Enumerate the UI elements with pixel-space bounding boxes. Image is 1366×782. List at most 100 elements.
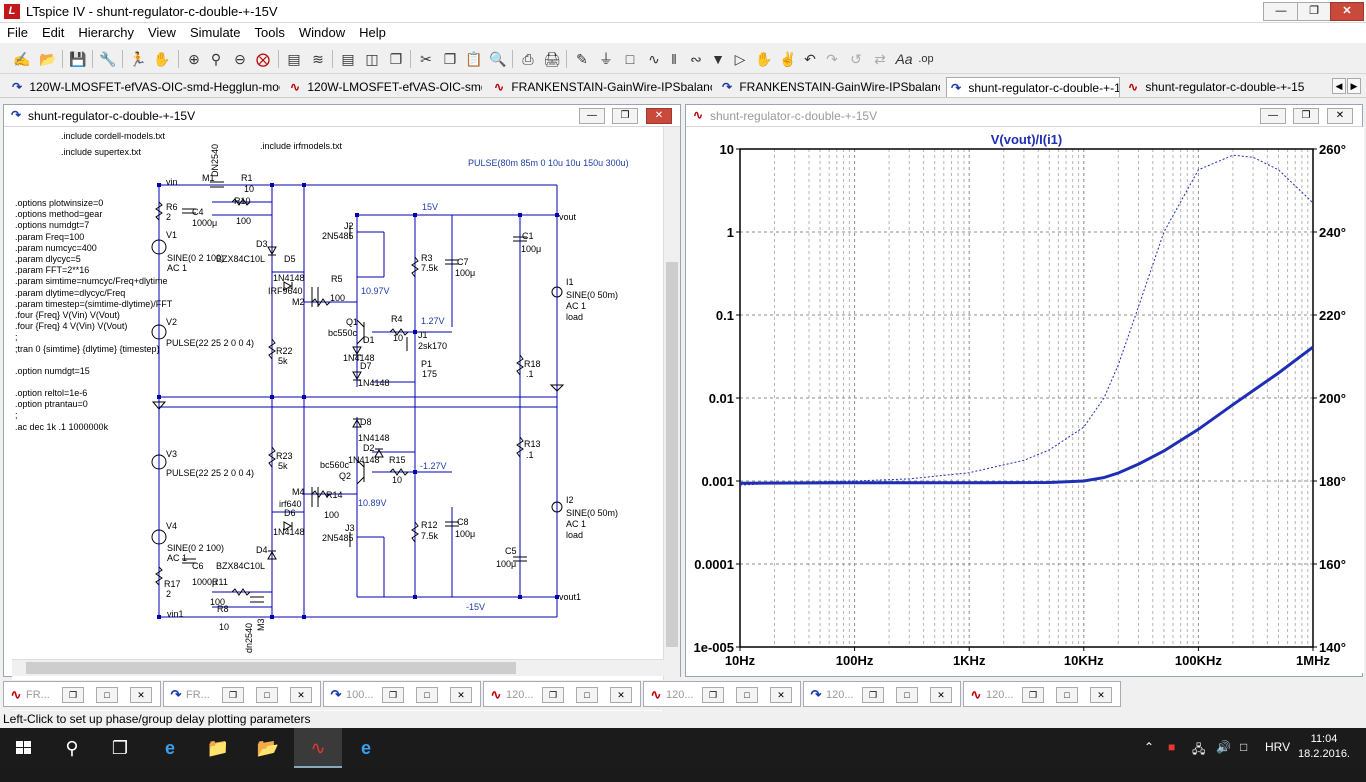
c1-value[interactable]: 100μ <box>521 244 541 254</box>
net-label-vout[interactable]: vout <box>559 212 576 222</box>
bode-chart[interactable]: 10Hz 100Hz 1KHz 10KHz 100KHz 1MHz 10 1 0.1 0.01 0.… <box>686 127 1364 673</box>
r4-value[interactable]: 10 <box>393 333 403 343</box>
tab-waveform-120w-smd[interactable]: ∿ 120W-LMOSFET-efVAS-OIC-smd[1] <box>286 77 482 97</box>
m1-model[interactable]: DN2540 <box>210 144 220 177</box>
c4-label[interactable]: C4 <box>192 207 204 217</box>
i2-label[interactable]: I2 <box>566 495 574 505</box>
d1-label[interactable]: D1 <box>363 335 375 345</box>
r8-value[interactable]: 10 <box>219 622 229 632</box>
schematic-close-button[interactable]: ✕ <box>646 108 672 124</box>
close-button[interactable]: ✕ <box>1330 2 1364 21</box>
close-icon[interactable]: ✕ <box>290 687 312 703</box>
i2-sine[interactable]: SINE(0 50m) <box>566 508 618 518</box>
undo-icon[interactable]: ↶ <box>800 49 820 69</box>
maximize-icon[interactable]: □ <box>736 687 758 703</box>
d4-model[interactable]: BZX84C10L <box>216 561 265 571</box>
minimized-window[interactable]: ↷ 120... ❐ □ ✕ <box>803 681 961 707</box>
c7-label[interactable]: C7 <box>457 257 469 267</box>
file-explorer-icon[interactable]: 📁 <box>194 728 242 768</box>
save-icon[interactable]: 💾 <box>68 49 88 69</box>
minimized-window[interactable]: ∿ 120... ❐ □ ✕ <box>643 681 801 707</box>
diode-icon[interactable]: ▼ <box>708 49 728 69</box>
p1-label[interactable]: P1 <box>421 359 432 369</box>
include-irfmodels[interactable]: .include irfmodels.txt <box>260 141 342 151</box>
j2-model[interactable]: 2N5485 <box>322 231 354 241</box>
m3-label[interactable]: M3 <box>256 618 266 631</box>
find-icon[interactable]: 🔍 <box>488 49 508 69</box>
network-icon[interactable]: 🖧 <box>1192 740 1205 761</box>
r22-value[interactable]: 5k <box>278 356 288 366</box>
task-view-icon[interactable]: ❐ <box>96 728 144 768</box>
d5-model[interactable]: 1N4148 <box>273 273 305 283</box>
include-cordell[interactable]: .include cordell-models.txt <box>61 131 165 141</box>
ground-icon[interactable]: ⏚ <box>596 49 616 69</box>
menu-simulate[interactable]: Simulate <box>183 23 248 40</box>
r22-label[interactable]: R22 <box>276 346 293 356</box>
tab-waveform-frankenstain[interactable]: ∿ FRANKENSTAIN-GainWire-IPSbalanced <box>490 77 712 97</box>
r6-value[interactable]: 2 <box>166 212 171 222</box>
minimized-window[interactable]: ∿ 120... ❐ □ ✕ <box>963 681 1121 707</box>
scroll-thumb[interactable] <box>666 262 678 647</box>
scroll-thumb[interactable] <box>26 662 516 674</box>
r6-label[interactable]: R6 <box>166 202 178 212</box>
r11-label[interactable]: R11 <box>212 577 228 587</box>
v2-pulse[interactable]: PULSE(22 25 2 0 0 4) <box>166 338 254 348</box>
tab-schematic-shunt-regulator[interactable]: ↷ shunt-regulator-c-double-+-15V <box>946 77 1120 97</box>
restore-icon[interactable]: ❐ <box>222 687 244 703</box>
control-panel-icon[interactable]: 🔧 <box>98 49 118 69</box>
q1-label[interactable]: Q1 <box>346 317 358 327</box>
close-icon[interactable]: ✕ <box>930 687 952 703</box>
d6-model[interactable]: 1N4148 <box>273 527 305 537</box>
node-voltage-neg-1-27[interactable]: -1.27V <box>420 461 447 471</box>
volume-icon[interactable]: 🔊 <box>1216 740 1231 754</box>
input-language[interactable]: HRV <box>1265 740 1290 754</box>
p1-value[interactable]: 175 <box>422 369 437 379</box>
d3-label[interactable]: D3 <box>256 239 268 249</box>
restore-icon[interactable]: ❐ <box>542 687 564 703</box>
autorange-icon[interactable]: ▤ <box>284 49 304 69</box>
r1-label[interactable]: R1 <box>241 173 253 183</box>
j3-model[interactable]: 2N5485 <box>322 533 354 543</box>
maximize-icon[interactable]: □ <box>896 687 918 703</box>
c8-value[interactable]: 100μ <box>455 529 475 539</box>
close-icon[interactable]: ✕ <box>450 687 472 703</box>
tab-scroll-left-icon[interactable]: ◀ <box>1332 78 1346 94</box>
restore-icon[interactable]: ❐ <box>702 687 724 703</box>
q1-model[interactable]: bc550c <box>328 328 357 338</box>
print-setup-icon[interactable]: ⎙ <box>518 49 538 69</box>
maximize-icon[interactable]: □ <box>96 687 118 703</box>
r18-label[interactable]: R18 <box>524 359 541 369</box>
cut-icon[interactable]: ✂ <box>416 49 436 69</box>
m2-model[interactable]: IRF9640 <box>268 286 303 296</box>
r23-value[interactable]: 5k <box>278 461 288 471</box>
minimize-button[interactable]: — <box>1263 2 1299 21</box>
v4-sine[interactable]: SINE(0 2 100) <box>167 543 224 553</box>
q2-label[interactable]: Q2 <box>339 471 351 481</box>
d2-model[interactable]: 1N4148 <box>348 455 380 465</box>
folder-icon[interactable]: 📂 <box>244 728 292 768</box>
ltspice-taskbar-icon[interactable]: ∿ <box>294 728 342 768</box>
node-voltage-1-27[interactable]: 1.27V <box>421 316 445 326</box>
search-icon[interactable]: ⚲ <box>48 728 96 768</box>
d4-label[interactable]: D4 <box>256 545 268 555</box>
c7-value[interactable]: 100μ <box>455 268 475 278</box>
restore-button[interactable]: ❐ <box>1297 2 1331 21</box>
rotate-icon[interactable]: ↺ <box>846 49 866 69</box>
v4-label[interactable]: V4 <box>166 521 177 531</box>
c4-value[interactable]: 1000μ <box>192 218 217 228</box>
resistor-icon[interactable]: ∿ <box>644 49 664 69</box>
redo-icon[interactable]: ↷ <box>822 49 842 69</box>
spice-directives[interactable]: .options plotwinsize=0 .options method=g… <box>15 198 172 433</box>
close-icon[interactable]: ✕ <box>130 687 152 703</box>
r5-label[interactable]: R5 <box>331 274 343 284</box>
r14-value[interactable]: 100 <box>324 510 339 520</box>
minimized-window[interactable]: ∿ 120... ❐ □ ✕ <box>483 681 641 707</box>
tab-scroll-right-icon[interactable]: ▶ <box>1347 78 1361 94</box>
i2-load[interactable]: load <box>566 530 583 540</box>
node-voltage-10-89[interactable]: 10.89V <box>358 498 387 508</box>
net-label-vout1[interactable]: vout1 <box>559 592 581 602</box>
minimized-window[interactable]: ↷ FR... ❐ □ ✕ <box>163 681 321 707</box>
drag-icon[interactable]: ✌ <box>778 49 798 69</box>
close-icon[interactable]: ✕ <box>610 687 632 703</box>
net-label-vin[interactable]: vin <box>166 177 178 187</box>
